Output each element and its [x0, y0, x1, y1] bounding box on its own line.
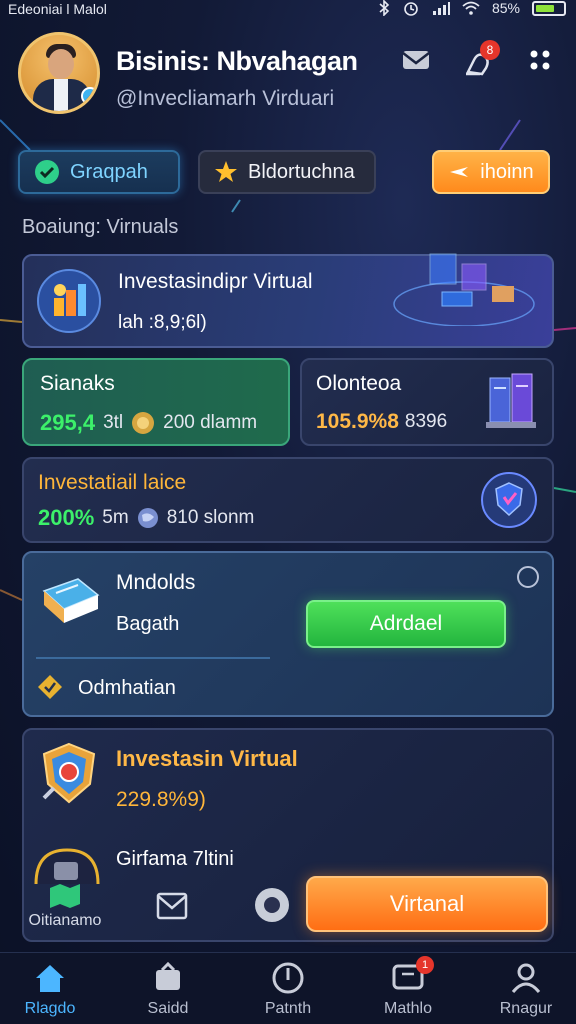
wide-card-unit: 5m [102, 507, 129, 528]
security-shield-icon [42, 742, 96, 804]
mail-icon[interactable] [154, 886, 190, 922]
globe-icon [137, 508, 158, 528]
quick-action-left[interactable]: Oitianamo [20, 882, 110, 930]
device-icon [34, 848, 100, 885]
section-label: Boaiung: Virnuals [22, 216, 179, 238]
nav-saved-label: Saidd [147, 1000, 189, 1017]
quick-action-left-label: Oitianamo [28, 912, 102, 929]
stat-left-extra: 200 dlamm [163, 412, 258, 433]
nav-item-messages[interactable]: 1 Mathlo [358, 956, 458, 1018]
server-icon [486, 373, 536, 428]
coin-icon [132, 412, 155, 434]
nav-home-label: Rlagdo [24, 1000, 76, 1017]
stat-right-label: Olonteoa [316, 372, 402, 395]
add-button[interactable]: Adrdael [306, 600, 506, 648]
stat-right-extra: 8396 [404, 411, 448, 432]
book-icon [42, 578, 100, 623]
invest-card-sub-item: Girfama 7ltini [116, 848, 234, 870]
nav-item-profile[interactable]: Rnagur [476, 960, 576, 1018]
status-bar: Edeoniai l Malol 85% [0, 0, 576, 20]
stat-card-right[interactable]: Olonteoa 105.9%8 8396 [300, 358, 554, 446]
investment-lace-card[interactable]: Investatiail laice 200% 5m 810 slonm [22, 457, 554, 543]
profile-icon [511, 963, 541, 993]
tab-graph[interactable]: Graqpah [18, 150, 180, 194]
notification-badge: 8 [480, 40, 500, 60]
star-icon [215, 161, 237, 182]
wide-card-extra: 810 slonm [166, 507, 255, 528]
nav-item-home[interactable]: Rlagdo [0, 960, 100, 1018]
divider [36, 657, 270, 659]
stat-card-left[interactable]: Sianaks 295,4 3tl 200 dlamm [22, 358, 290, 446]
nav-item-patnth[interactable]: Patnth [238, 960, 338, 1018]
stat-left-value: 295,4 [40, 410, 96, 435]
page-title: Bisinis: Nbvahagan [116, 46, 358, 76]
notification-bell[interactable]: 8 [460, 40, 500, 80]
stat-left-unit: 3tl [103, 412, 124, 433]
tab-ihoinn[interactable]: ihoinn [432, 150, 550, 194]
tab-ihoinn-label: ihoinn [480, 160, 534, 183]
hero-investment-card[interactable]: Investasindipr Virtual lah :8,9;6l) [22, 253, 554, 348]
avatar[interactable] [18, 32, 100, 114]
book-card-title: Mndolds [116, 571, 196, 594]
nav-patnth-label: Patnth [264, 1000, 312, 1017]
home-icon [36, 965, 64, 992]
radio-icon[interactable] [516, 565, 540, 589]
wifi-icon [462, 1, 480, 15]
book-card-subtitle: Bagath [116, 613, 180, 635]
battery-percent: 85% [491, 0, 520, 16]
wallet-icon [156, 961, 180, 990]
map-icon [50, 884, 80, 908]
signal-icon [432, 2, 450, 15]
tab-bldortuchna-label: Bldortuchna [248, 160, 355, 183]
nav-item-saved[interactable]: Saidd [118, 960, 218, 1018]
inbox-icon[interactable] [400, 45, 432, 75]
more-grid-icon[interactable] [524, 45, 556, 75]
nav-profile-label: Rnagur [499, 1000, 553, 1017]
tab-bldortuchna[interactable]: Bldortuchna [198, 150, 376, 194]
hero-title: Investasindipr Virtual [118, 270, 313, 293]
coins-icon [37, 269, 101, 333]
alarm-icon [404, 2, 418, 16]
messages-badge: 1 [416, 956, 434, 974]
stat-left-label: Sianaks [40, 372, 115, 395]
settings-icon[interactable] [253, 886, 291, 924]
wide-card-label: Investatiail laice [38, 471, 187, 494]
bluetooth-icon [379, 0, 390, 16]
virtual-button[interactable]: Virtanal [306, 876, 548, 932]
hero-value: lah :8,9;6l) [118, 312, 207, 333]
user-handle: @Invecliamarh Virduari [116, 87, 335, 110]
checkmark-icon [35, 160, 59, 184]
plane-icon [450, 167, 469, 177]
info-icon [38, 675, 62, 699]
wide-card-value: 200% [38, 505, 95, 530]
power-icon [272, 962, 304, 994]
book-card-footer: Odmhatian [78, 677, 176, 699]
tab-graph-label: Graqpah [70, 160, 148, 183]
shield-icon [481, 472, 537, 528]
battery-icon [532, 0, 566, 16]
carrier-name: Edeoniai l Malol [8, 1, 107, 17]
invest-card-value: 229.8%9) [116, 788, 206, 811]
stat-right-value: 105.9%8 [316, 410, 399, 433]
nav-messages-label: Mathlo [383, 1000, 433, 1017]
holo-platform-icon [393, 253, 535, 326]
invest-card-title: Investasin Virtual [116, 746, 298, 771]
